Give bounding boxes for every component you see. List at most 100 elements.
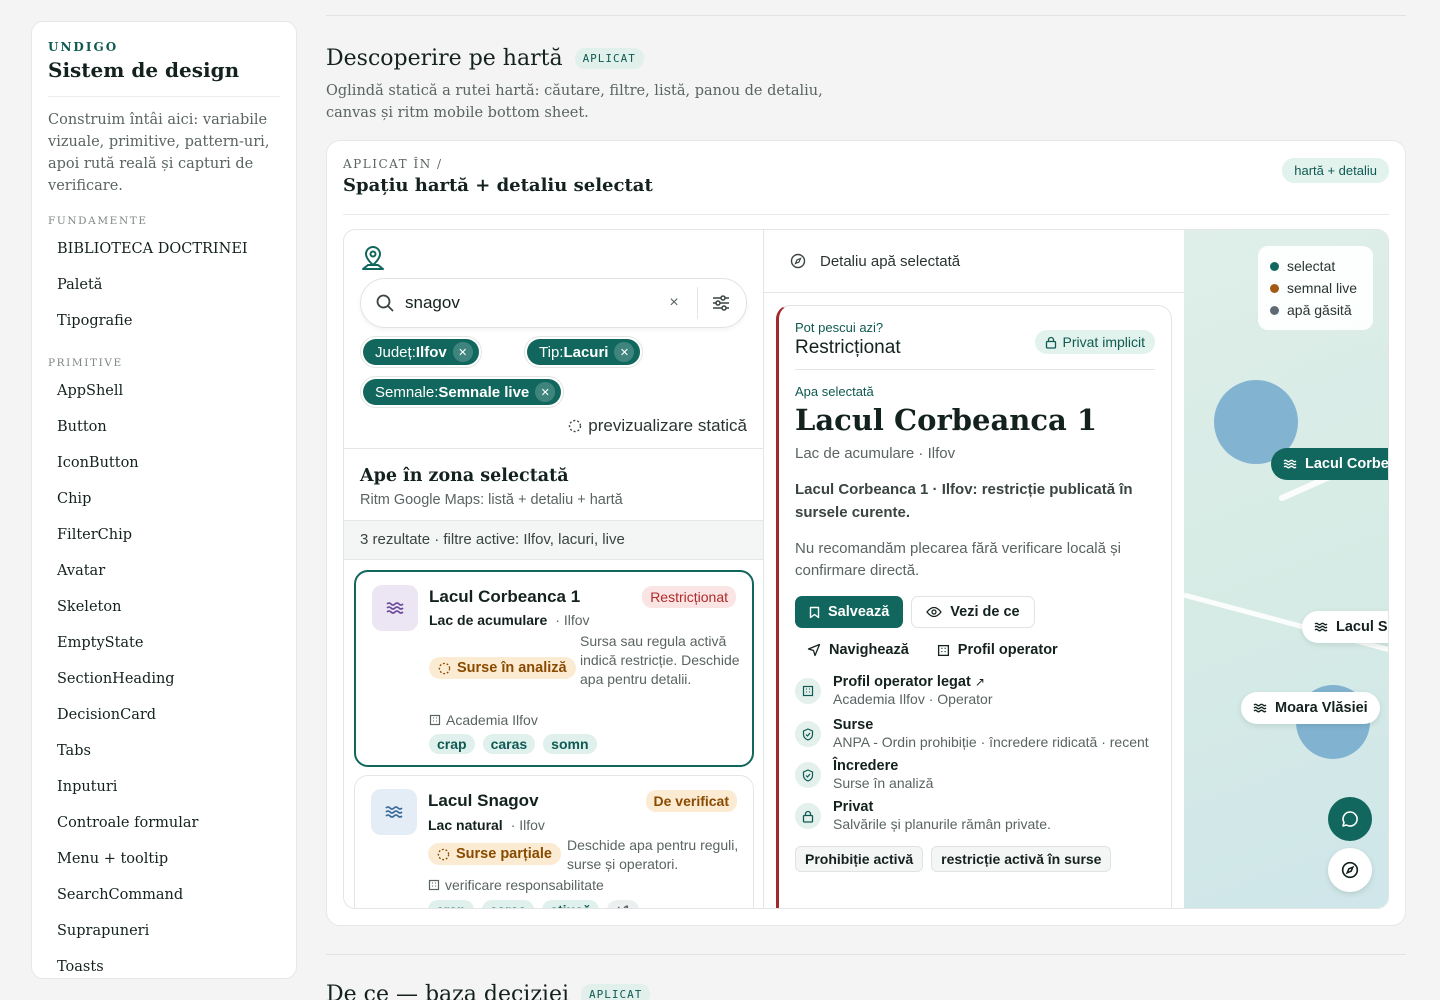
result-card[interactable]: Lacul Snagov Lac natural · Ilfov De verif… [354,775,754,908]
water-icon [1253,703,1267,713]
water-subtitle: Lac de acumulare · Ilfov [795,445,956,462]
tag: crap [428,900,474,908]
info-private: Privat Salvările și planurile rămân priva… [795,799,1155,834]
sidebar-item-tabs[interactable]: Tabs [48,733,280,769]
sidebar: UNDIGO Sistem de design Construim întâi … [31,21,297,979]
decision-card: Pot pescui azi? Restricționat Privat imp… [776,305,1172,908]
loading-icon [569,419,582,433]
chip-value: Semnale live [438,383,530,401]
search-bar[interactable]: snagov × [360,278,747,328]
info-value: ANPA - Ordin prohibiție · încredere ridi… [833,734,1149,750]
building-icon [937,644,949,656]
card-title: Lacul Corbeanca 1 [429,587,581,606]
operator-profile-link[interactable]: Profil operator [937,642,1058,658]
brand-title: Sistem de design [48,58,240,82]
next-section-title: De ce — baza deciziei [326,982,570,1000]
navigate-link[interactable]: Navighează [807,642,909,658]
info-operator[interactable]: Profil operator legat ↗ Academia Ilfov · … [795,674,1155,709]
water-summary: Lacul Corbeanca 1 · Ilfov: restricție pu… [795,481,1133,521]
chip-remove-icon[interactable]: ✕ [452,342,473,362]
result-card-selected[interactable]: Lacul Corbeanca 1 Lac de acumulare · Ilfo… [354,570,754,767]
legend-item: apă găsită [1270,299,1361,321]
card-operator: verificare responsabilitate [428,877,604,893]
sidebar-item-searchcommand[interactable]: SearchCommand [48,877,280,913]
bookmark-icon [809,606,820,618]
map-marker[interactable]: Lacul Snagov [1302,611,1388,643]
divider [326,15,1406,16]
sidebar-item-inputuri[interactable]: Inputuri [48,769,280,805]
sidebar-item-tipografie[interactable]: Tipografie [48,303,280,339]
card-operator: Academia Ilfov [429,712,538,728]
sidebar-item-sectionheading[interactable]: SectionHeading [48,661,280,697]
sidebar-item-emptystate[interactable]: EmptyState [48,625,280,661]
sidebar-item-appshell[interactable]: AppShell [48,373,280,409]
map-app: snagov × Județ: Ilfov ✕ Tip: Lacuri ✕ Semn… [343,229,1389,909]
map-legend: selectat semnal live apă găsită [1258,246,1373,330]
filter-settings-icon[interactable] [706,295,736,311]
filter-chip-semnale[interactable]: Semnale: Semnale live ✕ [360,376,565,408]
chip-remove-icon[interactable]: ✕ [614,342,635,362]
clear-search-button[interactable]: × [659,294,689,312]
info-value: Academia Ilfov · Operator [833,691,993,707]
eye-icon [926,606,943,618]
map-marker[interactable]: Moara Vlăsiei [1241,692,1380,724]
sidebar-item-biblioteca[interactable]: BIBLIOTECA DOCTRINEI [48,231,280,267]
info-value: Surse în analiză [833,775,934,791]
next-section-heading: De ce — baza deciziei APLICAT [326,982,651,1000]
card-title: Lacul Snagov [428,791,539,810]
sidebar-item-decisioncard[interactable]: DecisionCard [48,697,280,733]
applied-badge: APLICAT [574,48,644,69]
chip-remove-icon[interactable]: ✕ [535,382,556,402]
chip-value: Ilfov [415,343,447,361]
why-button[interactable]: Vezi de ce [911,596,1035,628]
sidebar-item-chip[interactable]: Chip [48,481,280,517]
sidebar-item-filterchip[interactable]: FilterChip [48,517,280,553]
sidebar-item-toasts[interactable]: Toasts [48,949,280,978]
link-row: Navighează Profil operator [807,642,1155,658]
tag: crap [429,734,475,754]
navigation-icon [807,643,821,657]
filter-chip-tip[interactable]: Tip: Lacuri ✕ [524,336,644,368]
sidebar-item-paleta[interactable]: Paletă [48,267,280,303]
section-heading: Descoperire pe hartă APLICAT [326,46,644,71]
sidebar-item-skeleton[interactable]: Skeleton [48,589,280,625]
info-title: Încredere [833,758,899,774]
sidebar-item-avatar[interactable]: Avatar [48,553,280,589]
info-title: Surse [833,717,874,733]
sidebar-item-suprapuneri[interactable]: Suprapuneri [48,913,280,949]
compass-icon [1341,861,1359,879]
sources-badge: Surse în analiză [429,657,576,679]
selected-eyebrow: Apa selectată [795,384,874,399]
tag: restricție activă în surse [931,846,1112,872]
detail-header: Detaliu apă selectată [764,230,1184,293]
card-type: Lac de acumulare · Ilfov [429,612,590,628]
static-preview-indicator: previzualizare statică [568,416,747,436]
search-input[interactable]: snagov [405,293,659,313]
compass-icon [790,253,806,269]
sidebar-item-button[interactable]: Button [48,409,280,445]
list-panel: snagov × Județ: Ilfov ✕ Tip: Lacuri ✕ Semn… [344,230,764,908]
privacy-badge: Privat implicit [1034,330,1155,354]
chat-icon [1342,811,1358,827]
sidebar-item-iconbutton[interactable]: IconButton [48,445,280,481]
divider [795,369,1155,370]
sidebar-item-menu-tooltip[interactable]: Menu + tooltip [48,841,280,877]
sidebar-section-primitive: PRIMITIVE [48,357,123,369]
brand-eyebrow: UNDIGO [48,40,119,54]
info-trust: Încredere Surse în analiză [795,758,1155,793]
detail-header-title: Detaliu apă selectată [820,252,961,270]
save-button[interactable]: Salvează [795,596,904,628]
sidebar-item-controale[interactable]: Controale formular [48,805,280,841]
action-row: Salvează Vezi de ce [795,596,1155,628]
map-canvas[interactable]: selectat semnal live apă găsită Lacul Co… [1184,230,1388,908]
compass-button[interactable] [1328,848,1372,892]
external-link-icon: ↗ [974,675,985,689]
section-title: Descoperire pe hartă [326,46,563,71]
tag: caras [482,734,536,754]
chip-key: Semnale: [375,383,439,401]
chat-button[interactable] [1328,797,1372,841]
divider [326,954,1406,955]
filter-chip-judet[interactable]: Județ: Ilfov ✕ [360,336,482,368]
search-divider [697,287,698,319]
map-marker-selected[interactable]: Lacul Corbeanca 1 [1271,448,1388,480]
